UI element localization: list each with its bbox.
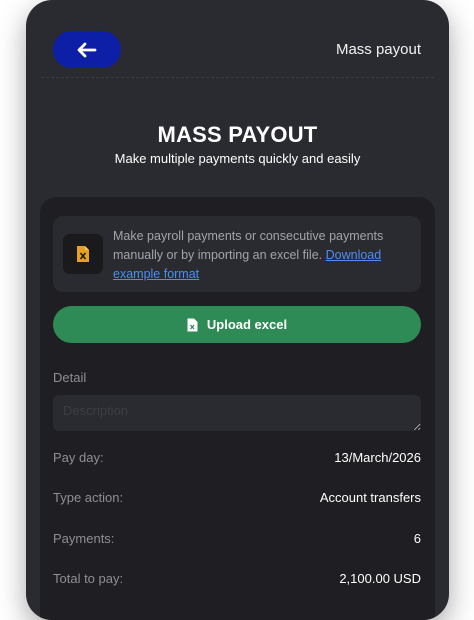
summary-value: 13/March/2026 — [334, 450, 421, 465]
header-title: Mass payout — [335, 41, 421, 58]
summary-key: Total to pay: — [53, 571, 124, 586]
header-divider — [41, 77, 434, 78]
summary-key: Payments: — [53, 531, 115, 546]
summary-row-type-action: Type action: Account transfers — [53, 490, 421, 505]
summary-value: Account transfers — [319, 490, 421, 505]
summary-key: Type action: — [53, 490, 124, 505]
summary-value: 6 — [413, 531, 421, 546]
info-box: Make payroll payments or consecutive pay… — [53, 216, 421, 292]
summary-row-total: Total to pay: 2,100.00 USD — [53, 571, 421, 586]
detail-label: Detail — [53, 370, 87, 385]
summary-value: 2,100.00 USD — [339, 571, 421, 586]
page-title: MASS PAYOUT — [157, 122, 318, 147]
summary-row-payments: Payments: 6 — [53, 531, 421, 546]
mass-payout-screen: Mass payout MASS PAYOUT Make multiple pa… — [26, 0, 449, 620]
upload-excel-label: Upload excel — [206, 317, 288, 332]
back-button[interactable] — [53, 31, 121, 68]
excel-file-icon — [77, 246, 89, 262]
summary-row-pay-day: Pay day: 13/March/2026 — [53, 450, 421, 465]
file-icon — [187, 318, 198, 332]
summary-key: Pay day: — [53, 450, 104, 465]
arrow-left-icon — [77, 42, 97, 57]
excel-file-icon-container — [63, 234, 103, 274]
info-text: Make payroll payments or consecutive pay… — [113, 227, 408, 284]
detail-input[interactable] — [53, 395, 421, 431]
top-bar: Mass payout — [26, 0, 449, 78]
payout-card: Make payroll payments or consecutive pay… — [40, 197, 435, 620]
upload-excel-button[interactable]: Upload excel — [53, 306, 421, 343]
page-subtitle: Make multiple payments quickly and easil… — [114, 151, 361, 166]
